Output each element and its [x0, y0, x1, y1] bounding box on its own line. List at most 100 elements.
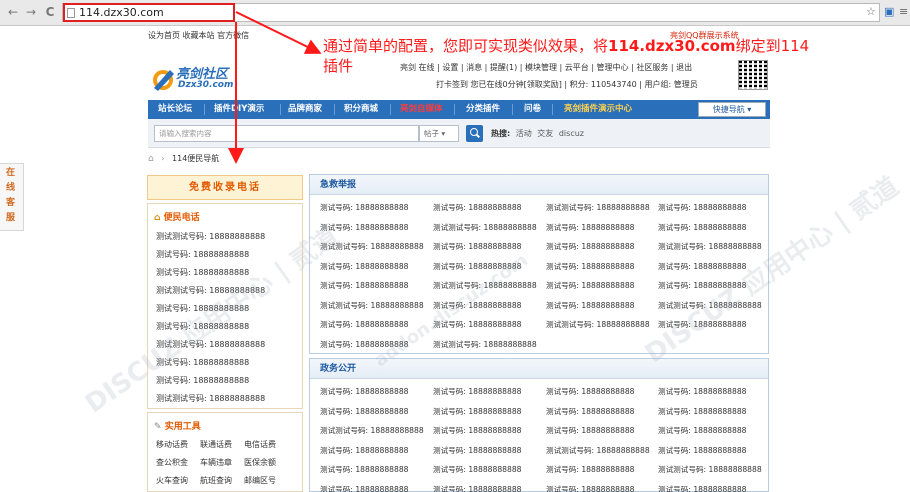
phone-entry[interactable]: 测试号码: 18888888888: [546, 280, 635, 291]
phone-entry[interactable]: 测试号码: 18888888888: [546, 241, 635, 252]
phone-item[interactable]: 测试测试号码: 18888888888: [156, 231, 265, 242]
reload-icon[interactable]: C: [43, 4, 57, 20]
phone-entry[interactable]: 测试号码: 18888888888: [433, 425, 522, 436]
tool-link[interactable]: 电信话费: [244, 439, 276, 450]
phone-entry[interactable]: 测试号码: 18888888888: [546, 425, 635, 436]
phone-entry[interactable]: 测试测试号码: 18888888888: [658, 300, 762, 311]
nav-item[interactable]: 品牌商家: [288, 100, 322, 119]
phone-entry[interactable]: 测试号码: 18888888888: [433, 386, 522, 397]
back-icon[interactable]: ←: [6, 4, 20, 20]
nav-item[interactable]: 插件DIY演示: [214, 100, 264, 119]
phone-entry[interactable]: 测试号码: 18888888888: [320, 445, 409, 456]
phone-entry[interactable]: 测试号码: 18888888888: [658, 386, 747, 397]
phone-entry[interactable]: 测试测试号码: 18888888888: [320, 241, 424, 252]
phone-entry[interactable]: 测试测试号码: 18888888888: [546, 319, 650, 330]
phone-entry[interactable]: 测试测试号码: 18888888888: [433, 280, 537, 291]
tool-link[interactable]: 移动话费: [156, 439, 188, 450]
phone-entry[interactable]: 测试测试号码: 18888888888: [320, 425, 424, 436]
phone-entry[interactable]: 测试测试号码: 18888888888: [320, 300, 424, 311]
phone-entry[interactable]: 测试号码: 18888888888: [658, 261, 747, 272]
phone-entry[interactable]: 测试号码: 18888888888: [320, 464, 409, 475]
phone-entry[interactable]: 测试号码: 18888888888: [433, 300, 522, 311]
hot-link[interactable]: discuz: [559, 129, 584, 138]
phone-entry[interactable]: 测试号码: 18888888888: [320, 261, 409, 272]
tool-link[interactable]: 联通话费: [200, 439, 232, 450]
phone-item[interactable]: 测试号码: 18888888888: [156, 267, 249, 278]
breadcrumb-current[interactable]: 114便民导航: [172, 154, 219, 163]
phone-item[interactable]: 测试号码: 18888888888: [156, 249, 249, 260]
phone-entry[interactable]: 测试号码: 18888888888: [433, 484, 522, 492]
phone-entry[interactable]: 测试号码: 18888888888: [546, 386, 635, 397]
search-input[interactable]: 请输入搜索内容: [154, 125, 419, 142]
tool-link[interactable]: 火车查询: [156, 475, 188, 486]
phone-entry[interactable]: 测试号码: 18888888888: [320, 406, 409, 417]
phone-entry[interactable]: 测试号码: 18888888888: [433, 319, 522, 330]
extension-icon[interactable]: ▣: [884, 5, 894, 18]
phone-entry[interactable]: 测试号码: 18888888888: [433, 202, 522, 213]
phone-item[interactable]: 测试号码: 18888888888: [156, 357, 249, 368]
star-icon[interactable]: ☆: [866, 5, 876, 18]
nav-item-demo[interactable]: 亮剑插件演示中心: [564, 100, 632, 119]
phone-entry[interactable]: 测试测试号码: 18888888888: [546, 202, 650, 213]
phone-item[interactable]: 测试号码: 18888888888: [156, 303, 249, 314]
search-icon[interactable]: [466, 125, 483, 142]
phone-entry[interactable]: 测试号码: 18888888888: [433, 464, 522, 475]
phone-entry[interactable]: 测试号码: 18888888888: [658, 280, 747, 291]
phone-entry[interactable]: 测试号码: 18888888888: [320, 339, 409, 350]
hot-link[interactable]: 活动: [516, 129, 532, 138]
tool-link[interactable]: 查公积金: [156, 457, 188, 468]
phone-entry[interactable]: 测试号码: 18888888888: [320, 280, 409, 291]
home-icon[interactable]: ⌂: [148, 154, 154, 164]
phone-entry[interactable]: 测试测试号码: 18888888888: [433, 339, 537, 350]
top-links[interactable]: 设为首页 收藏本站 官方微信: [148, 30, 249, 41]
phone-entry[interactable]: 测试号码: 18888888888: [546, 464, 635, 475]
phone-item[interactable]: 测试测试号码: 18888888888: [156, 285, 265, 296]
site-logo[interactable]: 亮剑社区 Dzx30.com: [150, 58, 270, 98]
tool-link[interactable]: 医保余额: [244, 457, 276, 468]
hot-link[interactable]: 交友: [537, 129, 553, 138]
phone-entry[interactable]: 测试号码: 18888888888: [320, 484, 409, 492]
phone-entry[interactable]: 测试号码: 18888888888: [433, 445, 522, 456]
search-type-select[interactable]: 帖子 ▾: [419, 125, 459, 142]
menu-icon[interactable]: ≡: [899, 5, 908, 18]
nav-item-highlight[interactable]: 亮剑自媒体: [400, 100, 443, 119]
phone-item[interactable]: 测试号码: 18888888888: [156, 321, 249, 332]
phone-entry[interactable]: 测试号码: 18888888888: [320, 319, 409, 330]
phone-entry[interactable]: 测试号码: 18888888888: [546, 300, 635, 311]
phone-entry[interactable]: 测试测试号码: 18888888888: [658, 464, 762, 475]
phone-entry[interactable]: 测试号码: 18888888888: [320, 386, 409, 397]
phone-entry[interactable]: 测试号码: 18888888888: [546, 261, 635, 272]
phone-entry[interactable]: 测试测试号码: 18888888888: [433, 222, 537, 233]
nav-item[interactable]: 问卷: [524, 100, 541, 119]
phone-entry[interactable]: 测试号码: 18888888888: [658, 484, 747, 492]
phone-entry[interactable]: 测试号码: 18888888888: [433, 241, 522, 252]
phone-entry[interactable]: 测试号码: 18888888888: [320, 222, 409, 233]
online-service-tab[interactable]: 在 线 客 服: [0, 163, 24, 231]
phone-entry[interactable]: 测试号码: 18888888888: [433, 406, 522, 417]
phone-entry[interactable]: 测试号码: 18888888888: [433, 261, 522, 272]
free-listing-button[interactable]: 免费收录电话: [147, 175, 303, 200]
phone-entry[interactable]: 测试号码: 18888888888: [658, 406, 747, 417]
tool-link[interactable]: 邮编区号: [244, 475, 276, 486]
quick-nav-button[interactable]: 快捷导航 ▾: [698, 102, 766, 117]
tool-link[interactable]: 车辆违章: [200, 457, 232, 468]
user-bar-bottom[interactable]: 打卡签到 您已在线0分钟[领取奖励] | 积分: 110543740 | 用户组…: [436, 79, 698, 90]
phone-entry[interactable]: 测试号码: 18888888888: [658, 202, 747, 213]
phone-item[interactable]: 测试测试号码: 18888888888: [156, 339, 265, 350]
phone-entry[interactable]: 测试号码: 18888888888: [658, 319, 747, 330]
phone-entry[interactable]: 测试测试号码: 18888888888: [546, 445, 650, 456]
phone-entry[interactable]: 测试号码: 18888888888: [658, 445, 747, 456]
phone-entry[interactable]: 测试号码: 18888888888: [658, 425, 747, 436]
phone-entry[interactable]: 测试号码: 18888888888: [546, 484, 635, 492]
phone-entry[interactable]: 测试号码: 18888888888: [320, 202, 409, 213]
phone-entry[interactable]: 测试测试号码: 18888888888: [658, 241, 762, 252]
nav-item[interactable]: 站长论坛: [158, 100, 192, 119]
nav-item[interactable]: 积分商城: [344, 100, 378, 119]
tool-link[interactable]: 航班查询: [200, 475, 232, 486]
nav-item[interactable]: 分类插件: [466, 100, 500, 119]
phone-item[interactable]: 测试号码: 18888888888: [156, 375, 249, 386]
forward-icon[interactable]: →: [24, 4, 38, 20]
phone-entry[interactable]: 测试号码: 18888888888: [546, 406, 635, 417]
phone-item[interactable]: 测试测试号码: 18888888888: [156, 393, 265, 404]
phone-entry[interactable]: 测试号码: 18888888888: [658, 222, 747, 233]
